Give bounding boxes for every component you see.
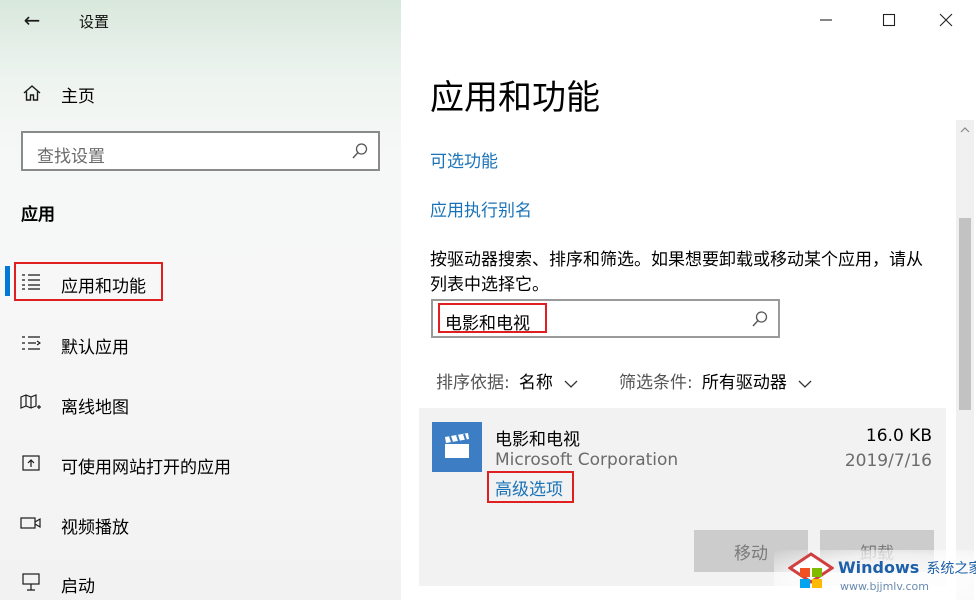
watermark-suffix: 系统之家: [926, 561, 976, 577]
sidebar-item-label: 可使用网站打开的应用: [61, 458, 231, 478]
sidebar-item-startup[interactable]: 启动: [18, 566, 318, 598]
settings-search-placeholder: 查找设置: [37, 147, 105, 167]
back-arrow-icon[interactable]: ←: [18, 8, 46, 32]
sort-value: 名称: [518, 373, 553, 393]
app-execution-aliases-link[interactable]: 应用执行别名: [430, 196, 532, 221]
sidebar-item-apps-features[interactable]: 应用和功能: [18, 266, 318, 298]
sidebar-item-label: 视频播放: [61, 518, 129, 538]
offline-maps-icon: [18, 390, 44, 416]
app-publisher: Microsoft Corporation: [495, 450, 679, 470]
watermark-brand: Windows 系统之家: [838, 558, 976, 578]
sidebar-item-label: 离线地图: [61, 398, 129, 418]
search-icon[interactable]: [350, 141, 370, 161]
scroll-up-icon[interactable]: [956, 120, 974, 140]
chevron-down-icon: [798, 374, 812, 393]
sidebar-item-label: 应用和功能: [61, 277, 146, 297]
sidebar-home-label: 主页: [61, 87, 95, 107]
app-size: 16.0 KB: [865, 426, 932, 446]
scrollbar-thumb[interactable]: [959, 218, 971, 410]
default-apps-icon: [18, 330, 44, 356]
sidebar-item-label: 启动: [61, 577, 95, 597]
home-icon: [18, 80, 46, 106]
watermark-windows: Windows: [838, 558, 920, 577]
sidebar-home[interactable]: 主页: [18, 78, 218, 108]
section-title: 应用: [21, 205, 55, 225]
windows-logo-icon: [787, 552, 835, 596]
sidebar-item-video-playback[interactable]: 视频播放: [18, 507, 318, 539]
optional-features-link[interactable]: 可选功能: [430, 147, 498, 172]
app-install-date: 2019/7/16: [844, 451, 932, 471]
minimize-icon[interactable]: [811, 8, 841, 32]
sidebar-item-offline-maps[interactable]: 离线地图: [18, 387, 318, 419]
highlight-box-search: [438, 303, 547, 333]
maximize-icon[interactable]: [874, 8, 904, 32]
close-icon[interactable]: [931, 8, 961, 32]
apps-features-icon: [18, 269, 44, 295]
description-line-2: 列表中选择它。: [430, 275, 549, 295]
app-name: 电影和电视: [495, 430, 580, 450]
watermark: Windows 系统之家 www.bjjmlv.com: [774, 544, 976, 600]
chevron-down-icon: [564, 374, 578, 393]
search-icon[interactable]: [750, 309, 770, 329]
page-title: 应用和功能: [430, 78, 600, 118]
filter-value: 所有驱动器: [701, 373, 787, 393]
filter-dropdown[interactable]: 筛选条件: 所有驱动器: [619, 368, 812, 393]
apps-for-websites-icon: [18, 450, 44, 476]
filter-label: 筛选条件:: [619, 373, 693, 393]
video-playback-icon: [18, 510, 44, 536]
sidebar-item-apps-for-websites[interactable]: 可使用网站打开的应用: [18, 447, 348, 479]
highlight-box-advanced: [487, 471, 574, 503]
settings-search-input[interactable]: 查找设置: [21, 131, 380, 171]
window-title: 设置: [79, 13, 110, 31]
sidebar-item-default-apps[interactable]: 默认应用: [18, 327, 318, 359]
sort-label: 排序依据:: [436, 373, 510, 393]
sidebar: ← 设置 主页 查找设置 应用 应用和功能 默认应用 离线地图 可使用网站打开的…: [0, 0, 401, 600]
sidebar-item-label: 默认应用: [61, 338, 129, 358]
scrollbar[interactable]: [956, 120, 974, 600]
selection-indicator: [5, 266, 10, 296]
startup-icon: [18, 569, 44, 595]
watermark-url: www.bjjmlv.com: [840, 580, 929, 593]
description-line-1: 按驱动器搜索、排序和筛选。如果想要卸载或移动某个应用，请从: [430, 250, 923, 270]
sort-dropdown[interactable]: 排序依据: 名称: [436, 368, 578, 393]
main-content: 应用和功能 可选功能 应用执行别名 按驱动器搜索、排序和筛选。如果想要卸载或移动…: [401, 0, 976, 600]
movies-tv-app-icon: [432, 422, 482, 472]
